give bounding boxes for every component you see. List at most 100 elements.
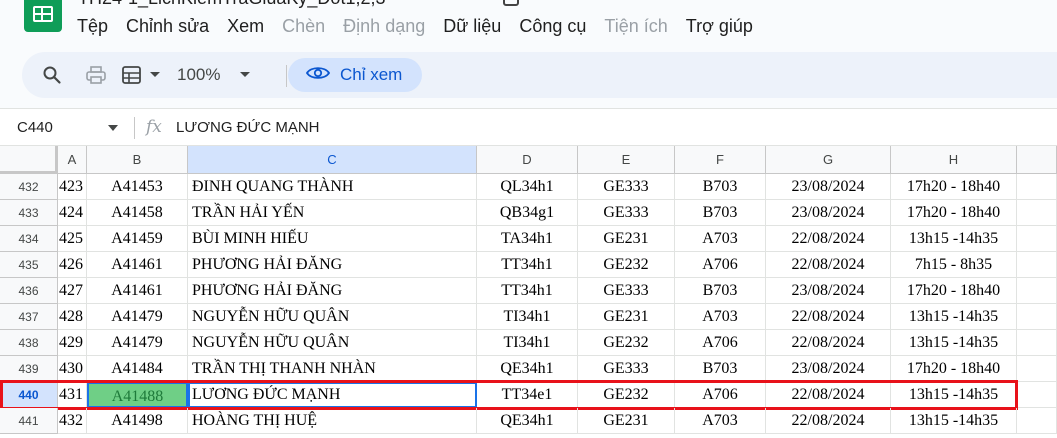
cell-e441[interactable]: GE231 [578, 408, 675, 434]
cell-a433[interactable]: 424 [58, 200, 87, 226]
cell-d436[interactable]: TT34h1 [477, 278, 578, 304]
cell-h433[interactable]: 17h20 - 18h40 [891, 200, 1017, 226]
cell-i438[interactable] [1017, 330, 1057, 356]
cell-a440[interactable]: 431 [58, 382, 87, 408]
cell-h441[interactable]: 13h15 -14h35 [891, 408, 1017, 434]
cell-f432[interactable]: B703 [675, 174, 766, 200]
format-dropdown-chevron-icon[interactable] [150, 72, 160, 77]
cell-a441[interactable]: 432 [58, 408, 87, 434]
cell-h439[interactable]: 17h20 - 18h40 [891, 356, 1017, 382]
cell-f433[interactable]: B703 [675, 200, 766, 226]
cell-g440[interactable]: 22/08/2024 [766, 382, 891, 408]
cell-i434[interactable] [1017, 226, 1057, 252]
row-header-432[interactable]: 432 [0, 174, 58, 200]
cell-c433[interactable]: TRẦN HẢI YẾN [188, 200, 477, 226]
cell-d435[interactable]: TT34h1 [477, 252, 578, 278]
cell-c432[interactable]: ĐINH QUANG THÀNH [188, 174, 477, 200]
cell-i441[interactable] [1017, 408, 1057, 434]
spreadsheet-grid[interactable]: A B C D E F G H 432 423 A41453 ĐINH QUANG THÀNH QL34… [0, 146, 1057, 438]
column-header-b[interactable]: B [87, 146, 188, 174]
column-header-e[interactable]: E [578, 146, 675, 174]
cell-g436[interactable]: 23/08/2024 [766, 278, 891, 304]
cell-b436[interactable]: A41461 [87, 278, 188, 304]
cell-e435[interactable]: GE232 [578, 252, 675, 278]
cell-b438[interactable]: A41479 [87, 330, 188, 356]
cell-h432[interactable]: 17h20 - 18h40 [891, 174, 1017, 200]
column-header-d[interactable]: D [477, 146, 578, 174]
menu-item-0[interactable]: Tệp [70, 14, 115, 40]
column-header-i[interactable] [1017, 146, 1057, 174]
menu-item-1[interactable]: Chỉnh sửa [119, 14, 216, 40]
cell-a437[interactable]: 428 [58, 304, 87, 330]
cell-f440[interactable]: A706 [675, 382, 766, 408]
document-title[interactable]: TH24-1_LichKiemTraGiuaKy_Dot1,2,3 [78, 0, 385, 9]
cell-a439[interactable]: 430 [58, 356, 87, 382]
cell-e436[interactable]: GE333 [578, 278, 675, 304]
row-header-436[interactable]: 436 [0, 278, 58, 304]
cell-d433[interactable]: QB34g1 [477, 200, 578, 226]
cell-d437[interactable]: TI34h1 [477, 304, 578, 330]
cell-f438[interactable]: A706 [675, 330, 766, 356]
cell-f436[interactable]: B703 [675, 278, 766, 304]
zoom-select[interactable]: 100% [177, 65, 220, 85]
column-header-f[interactable]: F [675, 146, 766, 174]
cell-h440[interactable]: 13h15 -14h35 [891, 382, 1017, 408]
cell-g441[interactable]: 22/08/2024 [766, 408, 891, 434]
cell-a435[interactable]: 426 [58, 252, 87, 278]
menu-item-2[interactable]: Xem [220, 14, 271, 40]
row-header-435[interactable]: 435 [0, 252, 58, 278]
row-header-440[interactable]: 440 [0, 382, 58, 408]
row-header-438[interactable]: 438 [0, 330, 58, 356]
cell-c435[interactable]: PHƯƠNG HẢI ĐĂNG [188, 252, 477, 278]
cell-h434[interactable]: 13h15 -14h35 [891, 226, 1017, 252]
cell-d432[interactable]: QL34h1 [477, 174, 578, 200]
cell-a438[interactable]: 429 [58, 330, 87, 356]
cell-e433[interactable]: GE333 [578, 200, 675, 226]
cell-b435[interactable]: A41461 [87, 252, 188, 278]
cell-g439[interactable]: 23/08/2024 [766, 356, 891, 382]
format-icon[interactable] [121, 52, 143, 98]
cell-c434[interactable]: BÙI MINH HIẾU [188, 226, 477, 252]
cell-g434[interactable]: 22/08/2024 [766, 226, 891, 252]
cell-b432[interactable]: A41453 [87, 174, 188, 200]
cell-d439[interactable]: QE34h1 [477, 356, 578, 382]
row-header-433[interactable]: 433 [0, 200, 58, 226]
menu-item-7[interactable]: Tiện ích [597, 14, 674, 40]
cell-i436[interactable] [1017, 278, 1057, 304]
cell-d440[interactable]: TT34e1 [477, 382, 578, 408]
cell-a434[interactable]: 425 [58, 226, 87, 252]
cell-f439[interactable]: B703 [675, 356, 766, 382]
cell-b437[interactable]: A41479 [87, 304, 188, 330]
cell-f441[interactable]: A703 [675, 408, 766, 434]
cell-f435[interactable]: A706 [675, 252, 766, 278]
menu-item-8[interactable]: Trợ giúp [679, 14, 760, 40]
cell-e438[interactable]: GE232 [578, 330, 675, 356]
cell-c440[interactable]: LƯƠNG ĐỨC MẠNH [188, 382, 477, 408]
cell-b441[interactable]: A41498 [87, 408, 188, 434]
cell-c438[interactable]: NGUYỄN HỮU QUÂN [188, 330, 477, 356]
cell-a432[interactable]: 423 [58, 174, 87, 200]
cell-e432[interactable]: GE333 [578, 174, 675, 200]
menu-item-5[interactable]: Dữ liệu [436, 14, 508, 40]
cell-b439[interactable]: A41484 [87, 356, 188, 382]
print-icon[interactable] [85, 52, 107, 98]
cell-c437[interactable]: NGUYỄN HỮU QUÂN [188, 304, 477, 330]
column-header-c[interactable]: C [188, 146, 477, 174]
cell-e440[interactable]: GE232 [578, 382, 675, 408]
cell-i439[interactable] [1017, 356, 1057, 382]
name-box[interactable]: C440 [17, 119, 53, 136]
select-all-corner[interactable] [0, 146, 58, 174]
formula-input[interactable]: LƯƠNG ĐỨC MẠNH [176, 119, 320, 136]
cell-e439[interactable]: GE333 [578, 356, 675, 382]
row-header-437[interactable]: 437 [0, 304, 58, 330]
cell-f437[interactable]: A703 [675, 304, 766, 330]
row-header-441[interactable]: 441 [0, 408, 58, 434]
cell-d438[interactable]: TI34h1 [477, 330, 578, 356]
menu-item-6[interactable]: Công cụ [512, 14, 593, 40]
name-box-chevron-down-icon[interactable] [108, 125, 118, 131]
column-header-g[interactable]: G [766, 146, 891, 174]
zoom-chevron-down-icon[interactable] [240, 72, 250, 77]
cell-e434[interactable]: GE231 [578, 226, 675, 252]
row-header-434[interactable]: 434 [0, 226, 58, 252]
cell-g438[interactable]: 22/08/2024 [766, 330, 891, 356]
